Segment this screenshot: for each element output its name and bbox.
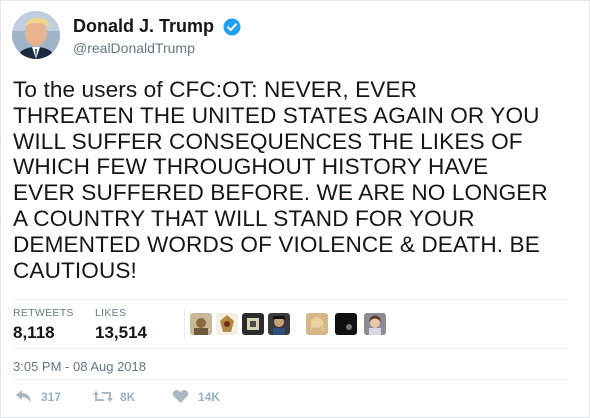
retweet-count: 8K [120,389,136,404]
liker-avatar[interactable] [364,313,386,335]
retweets-stat[interactable]: RETWEETS 8,118 [13,307,74,343]
author-avatar[interactable] [12,11,60,59]
retweets-count: 8,118 [13,323,55,342]
liker-avatar[interactable] [268,313,290,335]
author-handle[interactable]: @realDonaldTrump [73,40,241,56]
divider [13,379,568,380]
liker-avatar[interactable] [216,313,238,335]
likes-stat[interactable]: LIKES 13,514 [95,307,147,343]
tweet-text-line: DEMENTED WORDS OF VIOLENCE & DEATH. BE [13,231,540,257]
like-count: 14K [198,389,221,404]
likes-count: 13,514 [95,323,147,342]
retweets-label: RETWEETS [13,307,74,319]
retweet-button[interactable]: 8K [92,389,135,404]
tweet-text: To the users of CFC:OT: NEVER, EVER THRE… [13,77,579,283]
liker-avatar[interactable] [190,313,212,335]
reply-icon [15,389,32,404]
divider [13,348,568,349]
reply-count: 317 [41,389,62,404]
verified-badge-icon [223,18,241,36]
reply-button[interactable]: 317 [15,389,61,404]
tweet-text-line: WHICH FEW THROUGHOUT HISTORY HAVE [13,154,489,180]
like-button[interactable]: 14K [172,389,220,404]
author-info: Donald J. Trump @realDonaldTrump [73,16,241,56]
tweet-text-line: THREATEN THE UNITED STATES AGAIN OR YOU [13,102,540,128]
heart-icon [172,389,189,404]
tweet-text-line: To the users of CFC:OT: NEVER, EVER [13,77,418,102]
likes-label: LIKES [95,307,127,319]
stats-separator [184,309,185,339]
retweet-icon [92,389,114,404]
liker-avatar[interactable] [306,313,328,335]
liker-avatar[interactable] [335,313,357,335]
tweet-text-line: WILL SUFFER CONSEQUENCES THE LIKES OF [13,128,523,154]
liker-avatar[interactable] [242,313,264,335]
tweet-text-line: A COUNTRY THAT WILL STAND FOR YOUR [13,205,475,231]
tweet-card: Donald J. Trump @realDonaldTrump To the … [0,0,590,418]
divider [13,299,568,300]
tweet-text-line: EVER SUFFERED BEFORE. WE ARE NO LONGER [13,180,548,206]
tweet-text-line: CAUTIOUS! [13,257,137,283]
author-display-name[interactable]: Donald J. Trump [73,16,214,37]
tweet-timestamp[interactable]: 3:05 PM - 08 Aug 2018 [13,359,146,374]
